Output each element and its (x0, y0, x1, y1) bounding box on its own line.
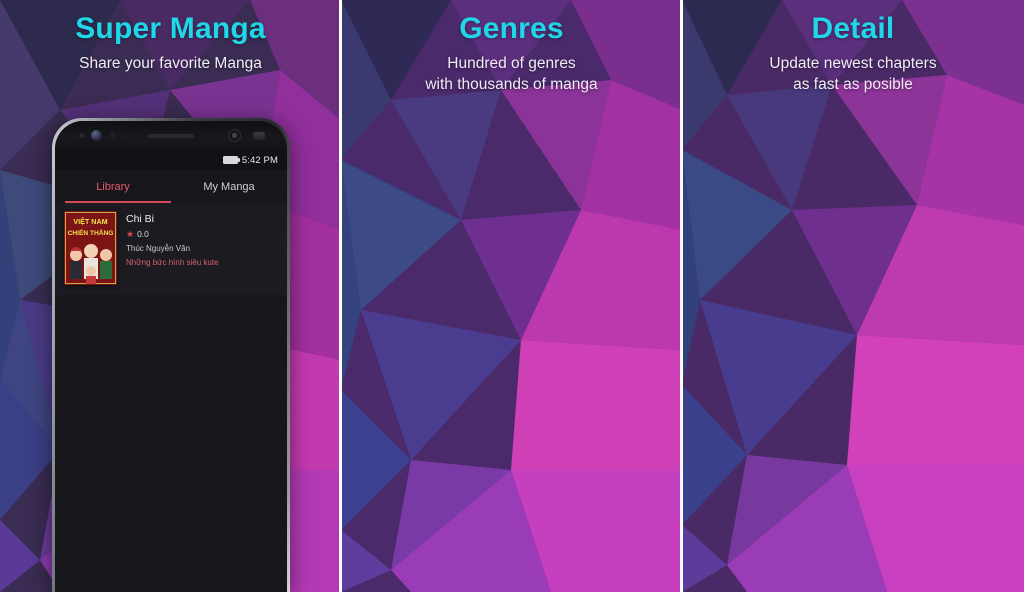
star-icon: ★ (126, 228, 135, 239)
panel-divider (339, 0, 342, 592)
phone-screen-1: 5:42 PM Library My Manga VIỆT NAM CHIẾN … (55, 121, 287, 592)
rating-value: 0.0 (137, 229, 149, 239)
iris-scanner-icon (228, 129, 241, 142)
polygon-background-2 (341, 0, 682, 592)
promo-panel-detail: Detail Update newest chapters as fast as… (682, 0, 1024, 592)
status-clock: 5:42 PM (241, 154, 278, 166)
promo-panel-library: Super Manga Share your favorite Manga 5:… (0, 0, 341, 592)
tab-my-manga[interactable]: My Manga (171, 181, 287, 193)
panel-divider (680, 0, 683, 592)
library-app: Library My Manga VIỆT NAM CHIẾN THẮNG Ch… (55, 170, 287, 592)
sensor-icon (121, 133, 125, 138)
phone-top-bezel (55, 121, 287, 150)
manga-cover-thumbnail: VIỆT NAM CHIẾN THẮNG (64, 211, 117, 285)
earpiece-speaker (148, 133, 194, 138)
library-tabbar: Library My Manga (55, 170, 287, 203)
proximity-sensor-icon (253, 132, 265, 140)
manga-list-item[interactable]: VIỆT NAM CHIẾN THẮNG Chi Bi ★ 0.0 Thúc N… (55, 203, 287, 295)
polygon-background-3 (682, 0, 1024, 592)
status-bar-1: 5:42 PM (55, 150, 287, 170)
sensor-icon (79, 133, 84, 138)
battery-icon (222, 156, 241, 164)
sensor-icon (110, 133, 115, 138)
tab-active-underline (65, 201, 171, 203)
phone-mockup-1: 5:42 PM Library My Manga VIỆT NAM CHIẾN … (52, 118, 290, 592)
svg-text:VIỆT NAM: VIỆT NAM (73, 217, 107, 226)
tab-library[interactable]: Library (55, 181, 171, 193)
manga-author: Thúc Nguyễn Văn (126, 244, 191, 253)
manga-description: Những bức hình siêu kute (126, 258, 219, 267)
library-empty-area (55, 295, 287, 592)
promo-board: Super Manga Share your favorite Manga 5:… (0, 0, 1024, 592)
manga-info: Chi Bi ★ 0.0 Thúc Nguyễn Văn Những bức h… (126, 211, 278, 285)
front-camera-icon (91, 130, 102, 141)
manga-rating: ★ 0.0 (126, 229, 278, 239)
promo-panel-genres: Genres Hundred of genres with thousands … (341, 0, 682, 592)
manga-title: Chi Bi (126, 213, 155, 225)
